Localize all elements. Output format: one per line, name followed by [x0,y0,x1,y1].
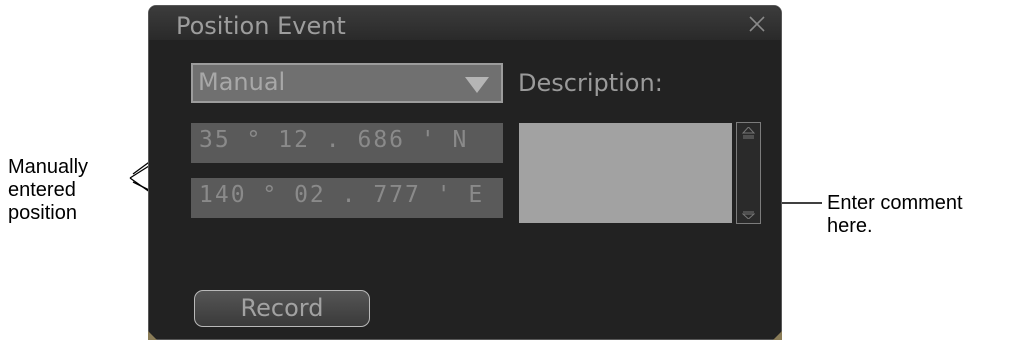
callout-enter-comment: Enter comment here. [827,192,963,237]
description-label: Description: [518,69,663,97]
description-input[interactable] [519,123,732,223]
description-scrollbar[interactable] [736,122,761,224]
dialog-title: Position Event [176,12,346,40]
dropdown-arrow-icon [465,77,489,93]
close-icon[interactable] [748,15,766,33]
corner-marker-bottom-right [773,331,782,340]
position-mode-select[interactable]: Manual [191,63,503,103]
corner-marker-bottom-left [148,331,157,340]
record-button[interactable]: Record [194,290,370,327]
dialog-titlebar: Position Event [149,6,781,40]
callout-manual-position: Manually entered position [8,156,89,224]
longitude-value: 140 ° 02 . 777 ' E [199,182,485,208]
latitude-field[interactable]: 35 ° 12 . 686 ' N [191,123,503,163]
scroll-arrow-up-icon[interactable] [742,127,755,139]
position-mode-value: Manual [198,68,286,96]
latitude-value: 35 ° 12 . 686 ' N [199,127,469,153]
position-event-dialog: Position Event Manual Description: 35 ° … [148,5,782,340]
scroll-arrow-down-icon[interactable] [742,211,755,219]
longitude-field[interactable]: 140 ° 02 . 777 ' E [191,178,503,218]
